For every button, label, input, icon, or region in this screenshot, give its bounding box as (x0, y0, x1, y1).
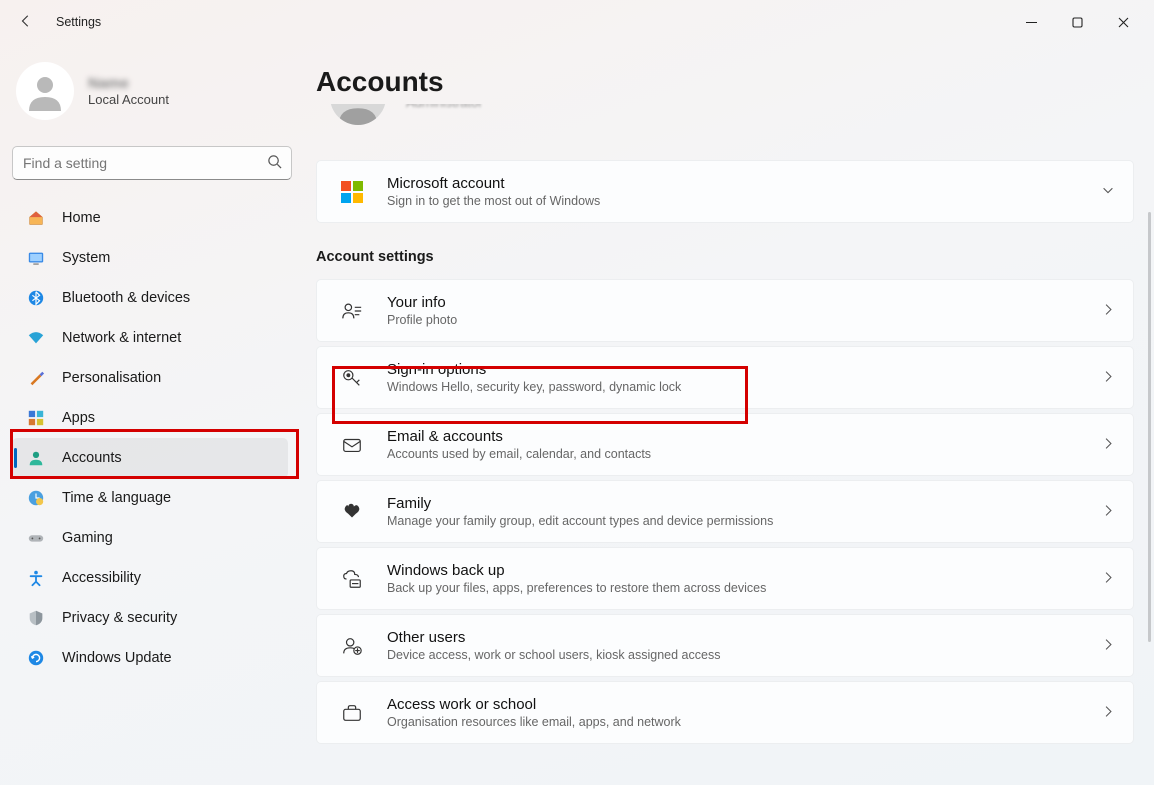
card-title: Sign-in options (387, 361, 1102, 378)
backup-icon (339, 566, 365, 592)
sidebar-item-privacy[interactable]: Privacy & security (12, 598, 288, 638)
card-subtitle: Back up your files, apps, preferences to… (387, 581, 1102, 595)
sidebar-item-accounts[interactable]: Accounts (12, 438, 288, 478)
wifi-icon (26, 328, 46, 348)
sidebar-item-apps[interactable]: Apps (12, 398, 288, 438)
sidebar-item-label: Privacy & security (62, 610, 177, 626)
card-title: Family (387, 495, 1102, 512)
sidebar-item-system[interactable]: System (12, 238, 288, 278)
sidebar-item-accessibility[interactable]: Accessibility (12, 558, 288, 598)
card-your-info[interactable]: Your info Profile photo (316, 279, 1134, 342)
account-avatar (330, 104, 386, 125)
sidebar-item-label: Personalisation (62, 370, 161, 386)
apps-icon (26, 408, 46, 428)
briefcase-icon (339, 700, 365, 726)
sidebar-item-bluetooth[interactable]: Bluetooth & devices (12, 278, 288, 318)
card-windows-backup[interactable]: Windows back up Back up your files, apps… (316, 547, 1134, 610)
user-name: Name (88, 75, 169, 92)
mail-icon (339, 432, 365, 458)
card-subtitle: Organisation resources like email, apps,… (387, 715, 1102, 729)
back-button[interactable] (16, 14, 36, 31)
card-title: Access work or school (387, 696, 1102, 713)
microsoft-logo-icon (339, 179, 365, 205)
bluetooth-icon (26, 288, 46, 308)
card-sign-in-options[interactable]: Sign-in options Windows Hello, security … (316, 346, 1134, 409)
search-input[interactable] (12, 146, 292, 180)
home-icon (26, 208, 46, 228)
chevron-right-icon (1102, 370, 1115, 386)
family-icon (339, 499, 365, 525)
sidebar-item-label: Bluetooth & devices (62, 290, 190, 306)
paintbrush-icon (26, 368, 46, 388)
card-other-users[interactable]: Other users Device access, work or schoo… (316, 614, 1134, 677)
card-subtitle: Profile photo (387, 313, 1102, 327)
scrollbar[interactable] (1148, 212, 1151, 642)
gamepad-icon (26, 528, 46, 548)
card-subtitle: Windows Hello, security key, password, d… (387, 380, 1102, 394)
card-subtitle: Manage your family group, edit account t… (387, 514, 1102, 528)
chevron-right-icon (1102, 638, 1115, 654)
sidebar-item-network[interactable]: Network & internet (12, 318, 288, 358)
chevron-right-icon (1102, 504, 1115, 520)
sidebar-item-label: Time & language (62, 490, 171, 506)
card-subtitle: Sign in to get the most out of Windows (387, 194, 1101, 208)
user-block[interactable]: Name Local Account (12, 58, 288, 140)
sidebar-item-label: Accessibility (62, 570, 141, 586)
chevron-down-icon (1101, 183, 1115, 200)
title-bar: Settings (0, 0, 1154, 44)
update-icon (26, 648, 46, 668)
user-role: Local Account (88, 92, 169, 107)
card-title: Other users (387, 629, 1102, 646)
shield-icon (26, 608, 46, 628)
card-title: Microsoft account (387, 175, 1101, 192)
page-title: Accounts (316, 66, 1134, 98)
sidebar-item-label: Accounts (62, 450, 122, 466)
card-subtitle: Accounts used by email, calendar, and co… (387, 447, 1102, 461)
sidebar-item-windows-update[interactable]: Windows Update (12, 638, 288, 678)
avatar (16, 62, 74, 120)
account-header: Administrator (330, 104, 1134, 132)
sidebar-item-label: Apps (62, 410, 95, 426)
card-title: Email & accounts (387, 428, 1102, 445)
card-title: Windows back up (387, 562, 1102, 579)
accessibility-icon (26, 568, 46, 588)
card-work-school[interactable]: Access work or school Organisation resou… (316, 681, 1134, 744)
add-user-icon (339, 633, 365, 659)
key-icon (339, 365, 365, 391)
sidebar-item-time-language[interactable]: Time & language (12, 478, 288, 518)
chevron-right-icon (1102, 303, 1115, 319)
sidebar-item-label: Gaming (62, 530, 113, 546)
sidebar-item-home[interactable]: Home (12, 198, 288, 238)
card-title: Your info (387, 294, 1102, 311)
close-button[interactable] (1100, 0, 1146, 44)
person-icon (26, 448, 46, 468)
chevron-right-icon (1102, 571, 1115, 587)
card-microsoft-account[interactable]: Microsoft account Sign in to get the mos… (316, 160, 1134, 223)
app-title: Settings (56, 15, 101, 29)
account-role: Administrator (406, 104, 483, 110)
sidebar-item-personalisation[interactable]: Personalisation (12, 358, 288, 398)
card-email-accounts[interactable]: Email & accounts Accounts used by email,… (316, 413, 1134, 476)
minimize-button[interactable] (1008, 0, 1054, 44)
search-box[interactable] (12, 146, 292, 180)
sidebar-item-gaming[interactable]: Gaming (12, 518, 288, 558)
sidebar-item-label: Network & internet (62, 330, 181, 346)
sidebar-item-label: Windows Update (62, 650, 172, 666)
main-content: Accounts Administrator Microsoft account… (300, 44, 1154, 785)
nav-list: Home System Bluetooth & devices Network … (12, 198, 288, 678)
sidebar-item-label: System (62, 250, 110, 266)
chevron-right-icon (1102, 705, 1115, 721)
system-icon (26, 248, 46, 268)
search-icon (267, 154, 282, 172)
clock-globe-icon (26, 488, 46, 508)
maximize-button[interactable] (1054, 0, 1100, 44)
section-label: Account settings (316, 249, 1134, 265)
sidebar: Name Local Account Home System (0, 44, 300, 785)
sidebar-item-label: Home (62, 210, 101, 226)
profile-icon (339, 298, 365, 324)
chevron-right-icon (1102, 437, 1115, 453)
card-family[interactable]: Family Manage your family group, edit ac… (316, 480, 1134, 543)
card-subtitle: Device access, work or school users, kio… (387, 648, 1102, 662)
